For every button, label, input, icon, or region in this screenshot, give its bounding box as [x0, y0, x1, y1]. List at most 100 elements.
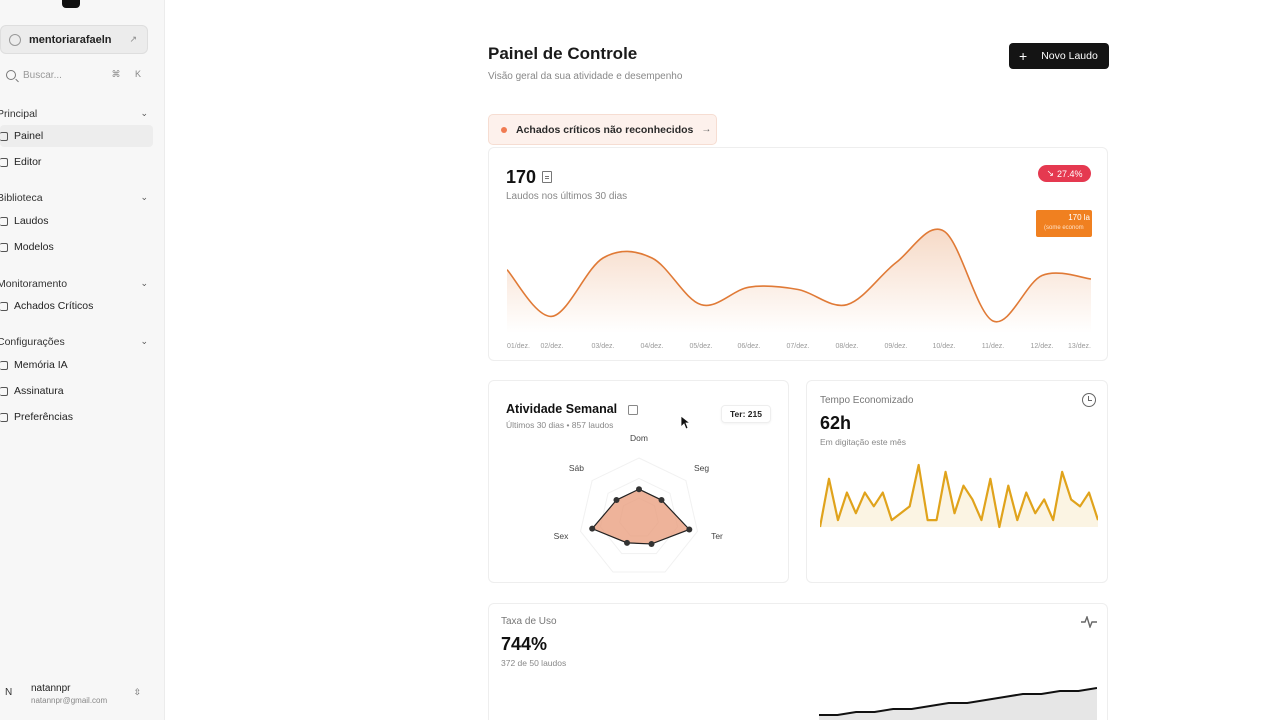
- time-saved-subtitle: Em digitação este mês: [820, 437, 906, 447]
- avatar: N: [5, 687, 13, 698]
- workspace-name: mentoriarafaeln: [29, 33, 112, 46]
- chevrons-up-down-icon: ⇳: [133, 687, 141, 697]
- section-configuracoes[interactable]: Configurações ⌄: [0, 336, 150, 348]
- chevron-down-icon: ⌄: [140, 192, 148, 202]
- sidebar-item-achados-criticos[interactable]: Achados Críticos: [0, 295, 153, 317]
- time-saved-value: 62h: [820, 413, 852, 433]
- settings-icon: [0, 412, 8, 422]
- x-tick-label: 10/dez.: [932, 343, 956, 350]
- app-logo[interactable]: [62, 0, 80, 8]
- sidebar-item-label: Modelos: [14, 241, 54, 253]
- clock-icon: [1082, 393, 1096, 407]
- sidebar-item-memoria-ia[interactable]: Memória IA: [0, 354, 153, 376]
- alert-circle-icon: [0, 301, 8, 311]
- search-placeholder: Buscar...: [23, 69, 62, 81]
- usage-value: 744%: [501, 634, 548, 654]
- tooltip-value: 170 la: [1068, 213, 1090, 222]
- change-badge: ↘ 27.4%: [1038, 165, 1091, 182]
- sidebar-item-painel[interactable]: Painel: [0, 125, 153, 147]
- radar-point: [658, 497, 665, 504]
- sidebar-item-label: Achados Críticos: [14, 300, 94, 312]
- chevron-down-icon: ⌄: [140, 336, 148, 346]
- chart-tooltip: 170 la (some econom: [1036, 210, 1092, 237]
- time-saved-card: Tempo Economizado 62h Em digitação este …: [806, 380, 1108, 583]
- time-saved-label: Tempo Economizado: [820, 395, 914, 406]
- edit-icon: [0, 157, 8, 167]
- sidebar: mentoriarafaeln ↗ Buscar... ⌘ K Principa…: [0, 0, 165, 720]
- sidebar-item-editor[interactable]: Editor: [0, 151, 153, 173]
- radar-axis-label: Sex: [554, 531, 569, 541]
- sidebar-item-label: Assinatura: [14, 385, 64, 397]
- x-tick-label: 05/dez.: [689, 343, 713, 350]
- usage-subtitle: 372 de 50 laudos: [501, 658, 567, 668]
- x-tick-label: 02/dez.: [540, 343, 564, 350]
- user-menu[interactable]: N natannpr natannpr@gmail.com ⇳: [0, 680, 155, 710]
- section-title: Monitoramento: [0, 278, 68, 290]
- change-value: 27.4%: [1057, 168, 1083, 179]
- user-name: natannpr: [31, 683, 71, 694]
- sidebar-item-preferencias[interactable]: Preferências: [0, 406, 153, 428]
- radar-point: [624, 539, 631, 546]
- radar-axis-label: Ter: [711, 531, 723, 541]
- chevron-down-icon: ⌄: [140, 108, 148, 118]
- search-input[interactable]: Buscar... ⌘ K: [0, 64, 155, 86]
- weekly-subtitle: Últimos 30 dias • 857 laudos: [506, 420, 614, 430]
- x-tick-label: 12/dez.: [1030, 343, 1054, 350]
- sidebar-item-label: Preferências: [14, 411, 73, 423]
- reports-count: 170: [506, 167, 537, 187]
- radar-point: [686, 526, 693, 533]
- sidebar-item-laudos[interactable]: Laudos: [0, 210, 153, 232]
- section-title: Biblioteca: [0, 192, 43, 204]
- mouse-cursor-icon: [681, 416, 691, 430]
- weekly-title: Atividade Semanal: [506, 402, 618, 416]
- arrow-right-icon: →: [701, 124, 712, 135]
- radar-point: [636, 486, 642, 493]
- search-shortcut: ⌘ K: [111, 69, 147, 79]
- sidebar-item-label: Laudos: [14, 215, 49, 227]
- radar-axis-label: Dom: [630, 433, 648, 443]
- x-tick-label: 06/dez.: [737, 343, 761, 350]
- trend-down-icon: ↘: [1046, 168, 1054, 178]
- section-principal[interactable]: Principal ⌄: [0, 108, 150, 120]
- user-email: natannpr@gmail.com: [31, 696, 108, 705]
- alert-dot-icon: [501, 126, 507, 133]
- credit-card-icon: [0, 386, 8, 396]
- alert-text: Achados críticos não reconhecidos: [516, 123, 694, 136]
- sidebar-item-modelos[interactable]: Modelos: [0, 236, 153, 258]
- x-tick-label: 04/dez.: [640, 343, 664, 350]
- x-tick-label: 07/dez.: [786, 343, 810, 350]
- workspace-icon: [9, 33, 21, 46]
- tooltip-sub: (some econom: [1044, 225, 1084, 231]
- x-tick-label: 13/dez.: [1068, 343, 1091, 350]
- x-tick-label: 08/dez.: [835, 343, 859, 350]
- reports-label: Laudos nos últimos 30 dias: [506, 191, 628, 202]
- template-icon: [0, 242, 8, 252]
- sidebar-item-assinatura[interactable]: Assinatura: [0, 380, 153, 402]
- section-monitoramento[interactable]: Monitoramento ⌄: [0, 278, 150, 290]
- weekly-radar-chart[interactable]: DomSegTerQuaQuiSexSáb: [549, 431, 729, 581]
- external-link-icon: ↗: [129, 34, 137, 44]
- section-title: Configurações: [0, 336, 65, 348]
- section-biblioteca[interactable]: Biblioteca ⌄: [0, 192, 150, 204]
- x-tick-label: 11/dez.: [981, 343, 1005, 350]
- reports-area-chart[interactable]: [507, 208, 1091, 333]
- time-saved-chart[interactable]: [820, 459, 1098, 531]
- usage-area-chart[interactable]: [819, 682, 1097, 720]
- plus-icon: +: [1019, 48, 1028, 64]
- radar-point: [589, 525, 596, 532]
- sidebar-item-label: Memória IA: [14, 359, 68, 371]
- files-icon: [0, 216, 8, 226]
- activity-icon: [1081, 616, 1097, 628]
- highlight-pill: Ter: 215: [721, 405, 771, 423]
- workspace-switcher[interactable]: mentoriarafaeln ↗: [0, 25, 148, 54]
- chevron-down-icon: ⌄: [140, 278, 148, 288]
- radar-point: [613, 497, 620, 504]
- x-tick-label: 03/dez.: [591, 343, 615, 350]
- critical-findings-alert[interactable]: Achados críticos não reconhecidos →: [488, 114, 717, 145]
- section-title: Principal: [0, 108, 38, 120]
- area-fill: [507, 229, 1091, 333]
- sidebar-item-label: Painel: [14, 130, 44, 142]
- new-report-button[interactable]: + Novo Laudo: [1009, 43, 1109, 69]
- grid-icon: [0, 131, 8, 141]
- usage-rate-card: Taxa de Uso 744% 372 de 50 laudos: [488, 603, 1108, 720]
